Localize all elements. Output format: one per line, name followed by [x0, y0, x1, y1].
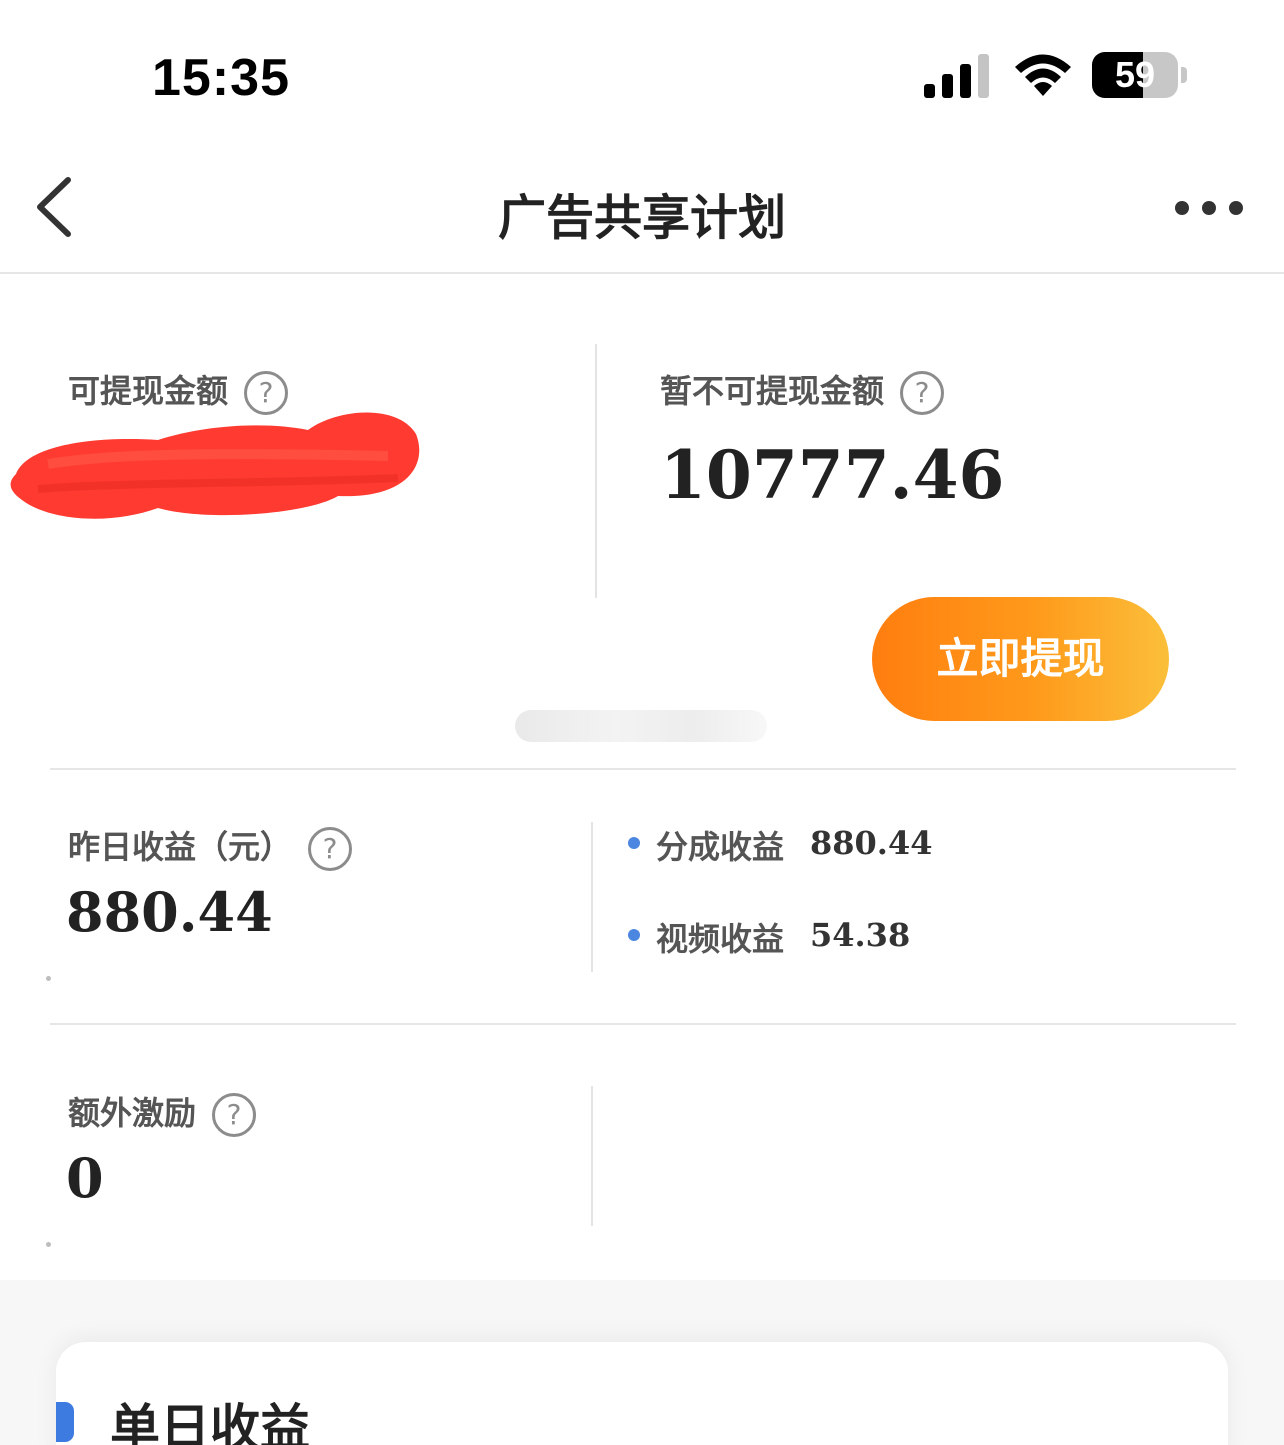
page-title: 广告共享计划 — [497, 190, 786, 246]
share-revenue-value: 880.44 — [810, 824, 933, 862]
balance-divider — [595, 344, 597, 598]
share-revenue-label: 分成收益 — [656, 828, 785, 866]
bullet-icon — [628, 837, 640, 849]
battery-icon: 59 — [1092, 52, 1188, 100]
nav-bar: 广告共享计划 — [0, 150, 1284, 274]
section-divider — [50, 768, 1236, 770]
help-icon[interactable]: ? — [900, 371, 945, 415]
status-bar: 15:35 59 — [0, 0, 1284, 150]
bullet-icon — [628, 929, 640, 941]
page-dot — [46, 976, 51, 981]
extra-label-row: 额外激励? — [68, 1088, 257, 1137]
video-revenue-label: 视频收益 — [656, 920, 785, 958]
extra-divider — [591, 1086, 593, 1226]
extra-label: 额外激励 — [68, 1094, 197, 1132]
extra-amount: 0 — [66, 1146, 104, 1210]
yesterday-label-row: 昨日收益（元）? — [68, 822, 353, 871]
more-horizontal-icon[interactable] — [1172, 198, 1246, 218]
yesterday-divider — [591, 822, 593, 972]
battery-level: 59 — [1114, 54, 1156, 95]
daily-earnings-title: 单日收益 — [110, 1399, 310, 1445]
video-revenue-value: 54.38 — [810, 916, 911, 954]
withdraw-button[interactable]: 立即提现 — [872, 597, 1169, 721]
status-time: 15:35 — [152, 49, 290, 107]
cellular-signal-icon — [924, 54, 989, 98]
pending-label: 暂不可提现金额 — [660, 372, 885, 410]
pending-label-row: 暂不可提现金额? — [660, 366, 945, 415]
page-dot — [46, 1242, 51, 1247]
pending-amount: 10777.46 — [660, 436, 1005, 514]
help-icon[interactable]: ? — [308, 827, 353, 871]
help-icon[interactable]: ? — [212, 1093, 257, 1137]
yesterday-label: 昨日收益（元） — [68, 828, 293, 866]
blurred-text — [515, 710, 767, 742]
section-divider — [50, 1023, 1236, 1025]
redaction-scribble — [10, 412, 420, 519]
card-accent-bar — [56, 1402, 74, 1442]
wifi-icon — [1015, 54, 1071, 96]
yesterday-amount: 880.44 — [66, 880, 273, 944]
